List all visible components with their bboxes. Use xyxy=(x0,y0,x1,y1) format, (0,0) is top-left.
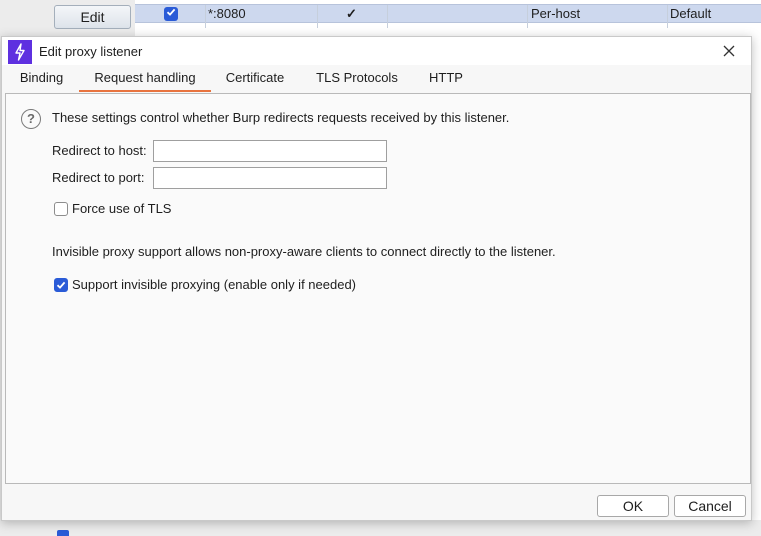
interface-cell: *:8080 xyxy=(208,6,246,21)
redirect-host-label: Redirect to host: xyxy=(52,143,147,158)
redirect-port-label: Redirect to port: xyxy=(52,170,145,185)
table-row[interactable]: *:8080 ✓ Per-host Default xyxy=(135,4,761,28)
title-bar: Edit proxy listener xyxy=(2,37,751,65)
settings-description: These settings control whether Burp redi… xyxy=(52,110,510,125)
tab-certificate[interactable]: Certificate xyxy=(225,70,285,92)
column-divider xyxy=(527,5,528,28)
cancel-button[interactable]: Cancel xyxy=(674,495,746,517)
running-checkbox[interactable] xyxy=(164,7,178,21)
dialog-title: Edit proxy listener xyxy=(39,44,143,59)
help-icon[interactable]: ? xyxy=(21,109,41,129)
tab-binding[interactable]: Binding xyxy=(19,70,64,92)
invisible-proxy-checkbox[interactable] xyxy=(54,278,68,292)
tab-bar: Binding Request handling Certificate TLS… xyxy=(2,65,751,92)
certificate-cell: Per-host xyxy=(531,6,581,21)
column-divider xyxy=(205,5,206,28)
burp-lightning-icon xyxy=(8,40,32,64)
ok-button[interactable]: OK xyxy=(597,495,669,517)
redirect-port-input[interactable] xyxy=(153,167,387,189)
tab-request-handling[interactable]: Request handling xyxy=(79,70,211,92)
invisible-proxy-label: Support invisible proxying (enable only … xyxy=(72,277,357,292)
edit-proxy-listener-dialog: Edit proxy listener Binding Request hand… xyxy=(1,36,752,521)
background-checkbox[interactable] xyxy=(57,530,69,536)
background-bottom-strip xyxy=(0,520,761,534)
request-handling-panel: ? These settings control whether Burp re… xyxy=(5,93,751,484)
redirect-host-input[interactable] xyxy=(153,140,387,162)
column-divider xyxy=(667,5,668,28)
tab-tls-protocols[interactable]: TLS Protocols xyxy=(315,70,399,92)
column-divider xyxy=(387,5,388,28)
edit-listener-button[interactable]: Edit xyxy=(54,5,131,29)
column-divider xyxy=(317,5,318,28)
tab-http[interactable]: HTTP xyxy=(429,70,463,92)
invisible-cell: ✓ xyxy=(346,6,357,21)
force-tls-label: Force use of TLS xyxy=(72,201,172,216)
close-icon[interactable] xyxy=(721,43,737,59)
invisible-proxy-description: Invisible proxy support allows non-proxy… xyxy=(52,244,556,259)
force-tls-checkbox[interactable] xyxy=(54,202,68,216)
tls-cell: Default xyxy=(670,6,712,21)
